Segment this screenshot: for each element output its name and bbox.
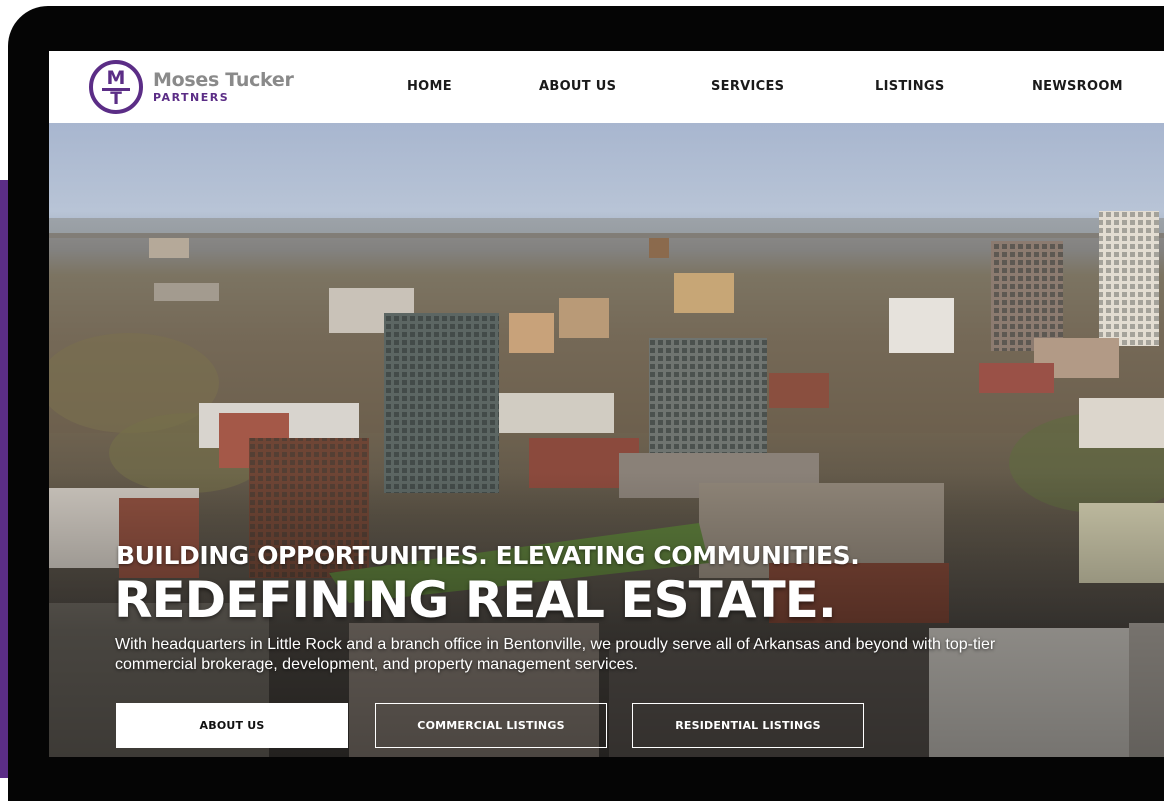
- brand-sub: PARTNERS: [153, 91, 230, 104]
- device-frame: M T Moses Tucker PARTNERS HOME ABOUT US …: [8, 6, 1164, 801]
- brand-name: Moses Tucker: [153, 69, 294, 91]
- about-us-button[interactable]: ABOUT US: [116, 703, 348, 748]
- logo[interactable]: M T Moses Tucker PARTNERS: [89, 60, 294, 114]
- nav-about-us[interactable]: ABOUT US: [539, 79, 616, 94]
- navbar: M T Moses Tucker PARTNERS HOME ABOUT US …: [49, 51, 1164, 123]
- website-screen: M T Moses Tucker PARTNERS HOME ABOUT US …: [49, 51, 1164, 757]
- nav-listings[interactable]: LISTINGS: [875, 79, 945, 94]
- nav-newsroom[interactable]: NEWSROOM: [1032, 79, 1123, 94]
- nav-home[interactable]: HOME: [407, 79, 452, 94]
- logo-text: Moses Tucker PARTNERS: [153, 69, 294, 105]
- hero-headline: REDEFINING REAL ESTATE.: [114, 571, 837, 629]
- hero-intro: With headquarters in Little Rock and a b…: [115, 636, 996, 673]
- residential-listings-button[interactable]: RESIDENTIAL LISTINGS: [632, 703, 864, 748]
- commercial-listings-button[interactable]: COMMERCIAL LISTINGS: [375, 703, 607, 748]
- hero-section: BUILDING OPPORTUNITIES. ELEVATING COMMUN…: [49, 123, 1164, 757]
- nav-services[interactable]: SERVICES: [711, 79, 784, 94]
- logo-mark-letter-m: M: [106, 67, 126, 89]
- logo-mark-icon: M T: [89, 60, 143, 114]
- logo-mark-letter-t: T: [110, 89, 122, 109]
- hero-tagline: BUILDING OPPORTUNITIES. ELEVATING COMMUN…: [116, 541, 860, 570]
